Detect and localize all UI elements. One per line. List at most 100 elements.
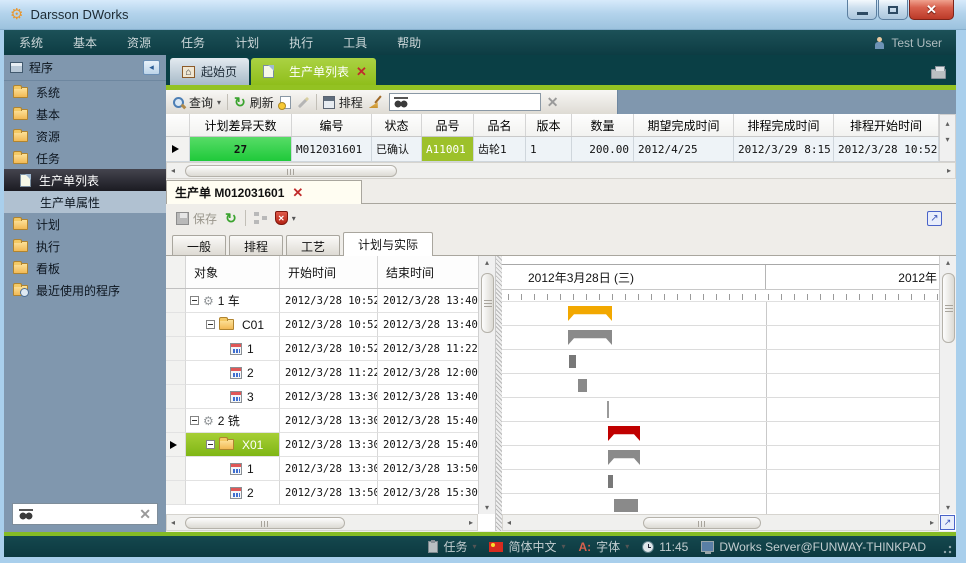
tab-home[interactable]: ⌂ 起始页 bbox=[170, 58, 249, 85]
tab-close-icon[interactable]: ✕ bbox=[292, 186, 303, 199]
menu-basic[interactable]: 基本 bbox=[58, 30, 112, 55]
new-button[interactable] bbox=[280, 96, 291, 109]
menu-system[interactable]: 系统 bbox=[4, 30, 58, 55]
tree-vertical-scrollbar[interactable]: ▴▾ bbox=[478, 256, 495, 514]
menu-resource[interactable]: 资源 bbox=[112, 30, 166, 55]
tree-row[interactable]: 2 2012/3/28 11:22 2012/3/28 12:00 bbox=[166, 361, 495, 385]
sidebar-search-input[interactable]: ✕ bbox=[12, 503, 158, 525]
query-button[interactable]: 查询 ▾ bbox=[172, 94, 221, 111]
col-plan-diff-days[interactable]: 计划差异天数 bbox=[190, 114, 292, 136]
gantt-bar[interactable] bbox=[608, 426, 640, 441]
status-language-menu[interactable]: 简体中文 ▾ bbox=[485, 538, 569, 555]
tree-row[interactable]: 1 2012/3/28 13:30 2012/3/28 13:50 bbox=[166, 457, 495, 481]
printer-icon[interactable] bbox=[931, 69, 946, 79]
collapse-icon[interactable] bbox=[206, 320, 215, 329]
menu-plan[interactable]: 计划 bbox=[220, 30, 274, 55]
clean-button[interactable] bbox=[369, 95, 383, 109]
scroll-thumb[interactable] bbox=[185, 165, 397, 177]
col-sched-start[interactable]: 排程开始时间 bbox=[834, 114, 939, 136]
close-button[interactable]: ✕ bbox=[909, 0, 954, 20]
minimize-button[interactable] bbox=[847, 0, 877, 20]
gantt-bar[interactable] bbox=[568, 330, 612, 345]
expand-gantt-icon[interactable]: ↗ bbox=[940, 515, 955, 530]
detail-tab-production-order[interactable]: 生产单 M012031601 ✕ bbox=[166, 180, 362, 204]
menu-execute[interactable]: 执行 bbox=[274, 30, 328, 55]
col-start-time[interactable]: 开始时间 bbox=[280, 256, 378, 288]
cell-status[interactable]: 已确认 bbox=[372, 137, 422, 162]
gantt-vertical-scrollbar[interactable]: ▴▾ bbox=[939, 256, 956, 514]
scroll-thumb[interactable] bbox=[185, 517, 345, 529]
cell-code[interactable]: M012031601 bbox=[292, 137, 372, 162]
scroll-thumb[interactable] bbox=[643, 517, 761, 529]
sidebar-collapse-button[interactable]: ◂ bbox=[143, 60, 160, 75]
status-task-menu[interactable]: 任务 ▾ bbox=[424, 538, 480, 555]
menu-tools[interactable]: 工具 bbox=[328, 30, 382, 55]
tab-production-order-list[interactable]: 生产单列表 ✕ bbox=[251, 58, 376, 85]
gantt-bar[interactable] bbox=[614, 499, 638, 512]
cell-item-name[interactable]: 齿轮1 bbox=[474, 137, 526, 162]
sidebar-item-recent-programs[interactable]: 最近使用的程序 bbox=[4, 279, 166, 301]
col-end-time[interactable]: 结束时间 bbox=[378, 256, 479, 288]
sidebar-item-kanban[interactable]: 看板 bbox=[4, 257, 166, 279]
col-version[interactable]: 版本 bbox=[526, 114, 572, 136]
col-expected-finish[interactable]: 期望完成时间 bbox=[634, 114, 734, 136]
scroll-thumb[interactable] bbox=[481, 273, 494, 333]
toolbar-search-input[interactable] bbox=[389, 93, 541, 111]
scroll-thumb[interactable] bbox=[942, 273, 955, 343]
sidebar-item-resource[interactable]: 资源 bbox=[4, 125, 166, 147]
refresh-button[interactable]: ↻ 刷新 bbox=[234, 94, 274, 111]
gantt-bar[interactable] bbox=[568, 306, 612, 321]
sidebar-item-production-order-list[interactable]: 生产单列表 bbox=[4, 169, 166, 191]
gantt-horizontal-scrollbar[interactable]: ◂▸ bbox=[502, 514, 939, 531]
col-item-name[interactable]: 品名 bbox=[474, 114, 526, 136]
refresh-detail-button[interactable]: ↻ bbox=[225, 211, 237, 225]
gantt-bar[interactable] bbox=[578, 379, 587, 392]
sidebar-item-production-order-property[interactable]: 生产单属性 bbox=[4, 191, 166, 213]
gantt-bar[interactable] bbox=[608, 450, 640, 465]
col-object[interactable]: 对象 bbox=[186, 256, 280, 288]
col-sched-finish[interactable]: 排程完成时间 bbox=[734, 114, 834, 136]
col-status[interactable]: 状态 bbox=[372, 114, 422, 136]
tree-row[interactable]: 3 2012/3/28 13:30 2012/3/28 13:40 bbox=[166, 385, 495, 409]
resize-grip[interactable] bbox=[942, 544, 952, 554]
tree-horizontal-scrollbar[interactable]: ◂▸ bbox=[166, 514, 478, 531]
schedule-button[interactable]: 排程 bbox=[323, 94, 363, 111]
tab-process[interactable]: 工艺 bbox=[286, 235, 340, 256]
tree-row-selected[interactable]: X01 2012/3/28 13:30 2012/3/28 15:40 bbox=[166, 433, 495, 457]
tree-row[interactable]: C01 2012/3/28 10:52 2012/3/28 13:40 bbox=[166, 313, 495, 337]
gantt-bar[interactable] bbox=[607, 401, 609, 418]
tab-close-icon[interactable]: ✕ bbox=[356, 65, 367, 78]
collapse-icon[interactable] bbox=[190, 416, 199, 425]
flow-button[interactable] bbox=[254, 212, 267, 224]
tab-plan-vs-actual[interactable]: 计划与实际 bbox=[343, 232, 433, 256]
tab-schedule[interactable]: 排程 bbox=[229, 235, 283, 256]
tree-row[interactable]: 2 2012/3/28 13:50 2012/3/28 15:30 bbox=[166, 481, 495, 505]
grid-horizontal-scrollbar[interactable]: ◂▸ bbox=[166, 162, 956, 179]
status-font-menu[interactable]: A: 字体 ▾ bbox=[575, 538, 634, 555]
col-qty[interactable]: 数量 bbox=[572, 114, 634, 136]
cell-plan-diff-days[interactable]: 27 bbox=[190, 137, 292, 162]
grid-vertical-scrollbar[interactable]: ▴▾ bbox=[939, 114, 956, 162]
col-code[interactable]: 编号 bbox=[292, 114, 372, 136]
clear-filter-icon[interactable]: ✕ bbox=[547, 95, 559, 109]
gantt-bar[interactable] bbox=[569, 355, 576, 368]
validate-button[interactable]: ✕ ▾ bbox=[275, 211, 296, 225]
maximize-button[interactable] bbox=[878, 0, 908, 20]
tab-general[interactable]: 一般 bbox=[172, 235, 226, 256]
menu-help[interactable]: 帮助 bbox=[382, 30, 436, 55]
external-link-icon[interactable]: ↗ bbox=[927, 211, 942, 226]
collapse-icon[interactable] bbox=[190, 296, 199, 305]
tree-row[interactable]: 1 2012/3/28 10:52 2012/3/28 11:22 bbox=[166, 337, 495, 361]
gantt-bar[interactable] bbox=[608, 475, 613, 488]
cell-qty[interactable]: 200.00 bbox=[572, 137, 634, 162]
tree-row[interactable]: ⚙2 铣 2012/3/28 13:30 2012/3/28 15:40 bbox=[166, 409, 495, 433]
cell-sched-start[interactable]: 2012/3/28 10:52 bbox=[834, 137, 939, 162]
sidebar-item-execute[interactable]: 执行 bbox=[4, 235, 166, 257]
save-button[interactable]: 保存 bbox=[176, 210, 217, 227]
col-item-no[interactable]: 品号 bbox=[422, 114, 474, 136]
cell-item-no[interactable]: A11001 bbox=[422, 137, 474, 162]
cell-version[interactable]: 1 bbox=[526, 137, 572, 162]
grid-data-row[interactable]: 27 M012031601 已确认 A11001 齿轮1 1 200.00 20… bbox=[166, 137, 939, 162]
sidebar-item-basic[interactable]: 基本 bbox=[4, 103, 166, 125]
menu-task[interactable]: 任务 bbox=[166, 30, 220, 55]
